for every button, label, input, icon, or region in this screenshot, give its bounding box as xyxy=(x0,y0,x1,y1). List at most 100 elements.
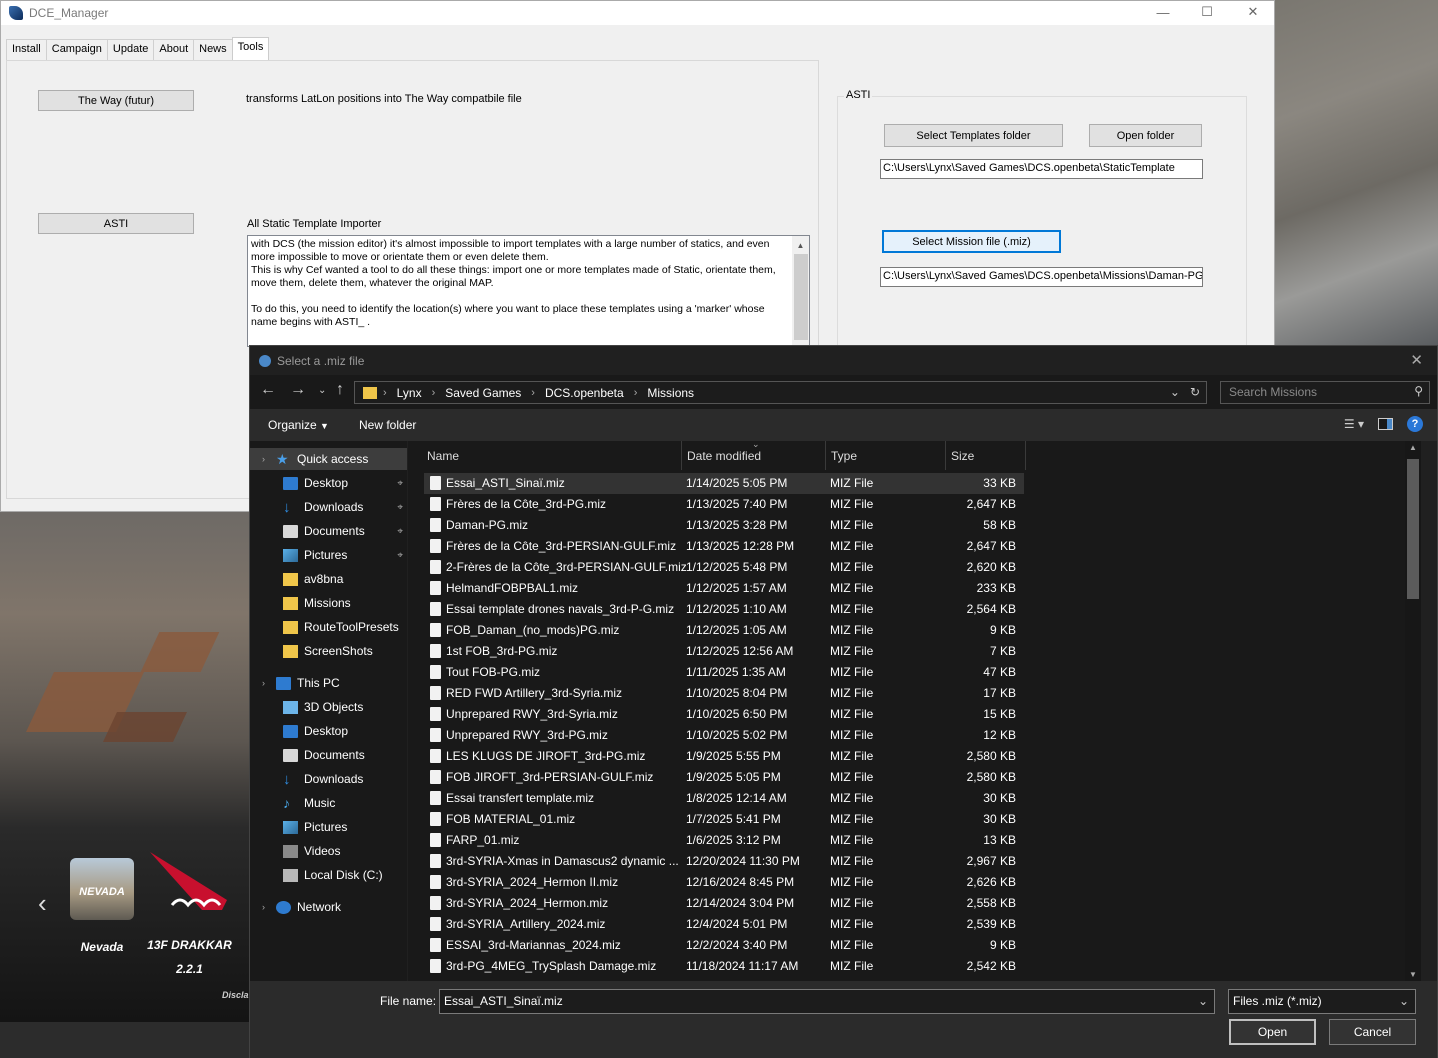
file-list-scrollbar[interactable]: ▲ ▼ xyxy=(1405,441,1421,981)
file-row[interactable]: HelmandFOBPBAL1.miz 1/12/2025 1:57 AM MIZ … xyxy=(424,578,1024,599)
nav-item-videos[interactable]: Videos xyxy=(250,840,407,862)
nav-item-local-disk-c[interactable]: Local Disk (C:) xyxy=(250,864,407,886)
organize-button[interactable]: Organize ▼ xyxy=(268,418,329,432)
file-row[interactable]: RED FWD Artillery_3rd-Syria.miz 1/10/2025… xyxy=(424,683,1024,704)
nav-item-pictures[interactable]: Pictures xyxy=(250,816,407,838)
file-row[interactable]: Daman-PG.miz 1/13/2025 3:28 PM MIZ File 58 … xyxy=(424,515,1024,536)
forward-arrow-icon[interactable]: → xyxy=(290,381,306,399)
tab-campaign[interactable]: Campaign xyxy=(45,39,108,60)
nav-item-desktop[interactable]: Desktop xyxy=(250,720,407,742)
file-row[interactable]: FOB_Daman_(no_mods)PG.miz 1/12/2025 1:05 … xyxy=(424,620,1024,641)
nav-item-this-pc[interactable]: This PC › xyxy=(250,672,407,694)
cancel-button[interactable]: Cancel xyxy=(1329,1019,1416,1045)
view-options-icon[interactable]: ☰ ▾ xyxy=(1344,417,1364,431)
dialog-close-icon[interactable]: ✕ xyxy=(1410,351,1423,369)
expand-chevron-icon[interactable]: › xyxy=(262,678,265,688)
mission-path-field[interactable]: C:\Users\Lynx\Saved Games\DCS.openbeta\M… xyxy=(880,267,1203,287)
nav-item-music[interactable]: ♪ Music xyxy=(250,792,407,814)
the-way-button[interactable]: The Way (futur) xyxy=(38,90,194,111)
scroll-down-icon[interactable]: ▼ xyxy=(1405,970,1421,979)
tab-news[interactable]: News xyxy=(193,39,233,60)
select-mission-button[interactable]: Select Mission file (.miz) xyxy=(882,230,1061,253)
maximize-icon[interactable]: ☐ xyxy=(1184,1,1230,23)
expand-chevron-icon[interactable]: › xyxy=(262,902,265,912)
file-row[interactable]: FOB MATERIAL_01.miz 1/7/2025 5:41 PM MIZ F… xyxy=(424,809,1024,830)
file-row[interactable]: Tout FOB-PG.miz 1/11/2025 1:35 AM MIZ File… xyxy=(424,662,1024,683)
nav-item-routetoolpresets[interactable]: RouteToolPresets xyxy=(250,616,407,638)
scroll-thumb[interactable] xyxy=(1407,459,1419,599)
new-folder-button[interactable]: New folder xyxy=(359,418,416,432)
nav-item-av8bna[interactable]: av8bna xyxy=(250,568,407,590)
file-row[interactable]: FARP_01.miz 1/6/2025 3:12 PM MIZ File 13 KB xyxy=(424,830,1024,851)
nav-item-documents[interactable]: Documents ⌖ xyxy=(250,520,407,542)
game-tile-nevada[interactable]: NEVADA Nevada xyxy=(70,858,134,954)
open-folder-button[interactable]: Open folder xyxy=(1089,124,1202,147)
expand-chevron-icon[interactable]: › xyxy=(262,454,265,464)
help-icon[interactable]: ? xyxy=(1407,416,1423,432)
breadcrumb-missions[interactable]: Missions xyxy=(647,386,694,400)
file-row[interactable]: Unprepared RWY_3rd-PG.miz 1/10/2025 5:02 … xyxy=(424,725,1024,746)
minimize-icon[interactable]: — xyxy=(1140,1,1186,23)
nav-item-network[interactable]: Network › xyxy=(250,896,407,918)
file-row[interactable]: Essai template drones navals_3rd-P-G.miz… xyxy=(424,599,1024,620)
file-row[interactable]: 2-Frères de la Côte_3rd-PERSIAN-GULF.miz… xyxy=(424,557,1024,578)
tab-about[interactable]: About xyxy=(153,39,195,60)
scroll-up-icon[interactable]: ▲ xyxy=(792,236,809,252)
nav-item-pictures[interactable]: Pictures ⌖ xyxy=(250,544,407,566)
column-date-modified[interactable]: Date modified ⌄ xyxy=(682,439,826,470)
templates-path-field[interactable]: C:\Users\Lynx\Saved Games\DCS.openbeta\S… xyxy=(880,159,1203,179)
file-row[interactable]: 3rd-SYRIA-Xmas in Damascus2 dynamic ... 1… xyxy=(424,851,1024,872)
nav-item-documents[interactable]: Documents xyxy=(250,744,407,766)
tab-tools[interactable]: Tools xyxy=(231,37,270,60)
scroll-thumb[interactable] xyxy=(794,254,808,340)
select-templates-button[interactable]: Select Templates folder xyxy=(884,124,1063,147)
file-row[interactable]: Essai_ASTI_Sinaï.miz 1/14/2025 5:05 PM MIZ… xyxy=(424,473,1024,494)
file-row[interactable]: 3rd-SYRIA_2024_Hermon II.miz 12/16/2024 8… xyxy=(424,872,1024,893)
game-tile-drakkar[interactable]: 13F DRAKKAR 2.2.1 xyxy=(142,850,237,976)
breadcrumb-lynx[interactable]: Lynx xyxy=(397,386,422,400)
file-row[interactable]: 3rd-SYRIA_2024_Hermon.miz 12/14/2024 3:04… xyxy=(424,893,1024,914)
nav-item-downloads[interactable]: ↓ Downloads xyxy=(250,768,407,790)
description-scrollbar[interactable]: ▲ xyxy=(792,236,809,346)
tab-update[interactable]: Update xyxy=(106,39,155,60)
nav-item-downloads[interactable]: ↓ Downloads ⌖ xyxy=(250,496,407,518)
carousel-prev-icon[interactable]: ‹ xyxy=(38,888,47,919)
chevron-down-icon[interactable]: ⌄ xyxy=(1399,994,1409,1008)
file-row[interactable]: FOB JIROFT_3rd-PERSIAN-GULF.miz 1/9/2025 … xyxy=(424,767,1024,788)
refresh-icon[interactable]: ↻ xyxy=(1190,385,1200,399)
column-size[interactable]: Size xyxy=(946,441,1026,470)
file-name-input[interactable]: Essai_ASTI_Sinaï.miz ⌄ xyxy=(439,989,1215,1014)
file-type-select[interactable]: Files .miz (*.miz) ⌄ xyxy=(1228,989,1416,1014)
nav-item-quick-access[interactable]: ★ Quick access › xyxy=(250,448,407,470)
recent-chevron-icon[interactable]: ⌄ xyxy=(318,385,326,396)
tab-install[interactable]: Install xyxy=(6,39,47,60)
asti-description-textbox[interactable]: with DCS (the mission editor) it's almos… xyxy=(247,235,810,347)
file-row[interactable]: 3rd-SYRIA_Artillery_2024.miz 12/4/2024 5:… xyxy=(424,914,1024,935)
breadcrumb-dcs-openbeta[interactable]: DCS.openbeta xyxy=(545,386,624,400)
nav-item-missions[interactable]: Missions xyxy=(250,592,407,614)
file-row[interactable]: Frères de la Côte_3rd-PERSIAN-GULF.miz 1/… xyxy=(424,536,1024,557)
file-row[interactable]: 3rd-PG_4MEG_TrySplash Damage.miz 11/18/20… xyxy=(424,956,1024,977)
nav-item-3d-objects[interactable]: 3D Objects xyxy=(250,696,407,718)
nav-item-screenshots[interactable]: ScreenShots xyxy=(250,640,407,662)
address-dropdown-icon[interactable]: ⌄ xyxy=(1170,385,1180,399)
file-row[interactable]: Essai transfert template.miz 1/8/2025 12:… xyxy=(424,788,1024,809)
file-row[interactable]: 1st FOB_3rd-PG.miz 1/12/2025 12:56 AM MIZ … xyxy=(424,641,1024,662)
back-arrow-icon[interactable]: ← xyxy=(260,381,276,399)
scroll-up-icon[interactable]: ▲ xyxy=(1405,441,1421,452)
column-name[interactable]: Name xyxy=(422,441,682,470)
address-bar[interactable]: › Lynx › Saved Games › DCS.openbeta › Mi… xyxy=(354,381,1207,404)
nav-item-desktop[interactable]: Desktop ⌖ xyxy=(250,472,407,494)
chevron-down-icon[interactable]: ⌄ xyxy=(1198,994,1208,1008)
preview-pane-icon[interactable] xyxy=(1378,418,1393,430)
breadcrumb-saved-games[interactable]: Saved Games xyxy=(445,386,521,400)
file-row[interactable]: Unprepared RWY_3rd-Syria.miz 1/10/2025 6:… xyxy=(424,704,1024,725)
asti-button[interactable]: ASTI xyxy=(38,213,194,234)
file-row[interactable]: LES KLUGS DE JIROFT_3rd-PG.miz 1/9/2025 5… xyxy=(424,746,1024,767)
open-button[interactable]: Open xyxy=(1229,1019,1316,1045)
up-arrow-icon[interactable]: ↑ xyxy=(336,381,344,399)
column-type[interactable]: Type xyxy=(826,441,946,470)
close-icon[interactable]: ✕ xyxy=(1230,1,1276,23)
file-row[interactable]: ESSAI_3rd-Mariannas_2024.miz 12/2/2024 3:… xyxy=(424,935,1024,956)
file-row[interactable]: Frères de la Côte_3rd-PG.miz 1/13/2025 7:… xyxy=(424,494,1024,515)
